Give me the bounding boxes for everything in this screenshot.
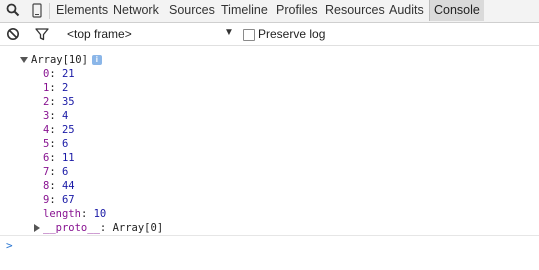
device-mode-icon[interactable] [32, 3, 42, 21]
array-entry-6: 6: 11 [43, 152, 75, 164]
console-output: Array[10] i 0: 21 1: 2 2: 35 3: 4 4: 25 5… [0, 47, 539, 234]
array-entry-0: 0: 21 [43, 68, 75, 80]
array-entry-9: 9: 67 [43, 194, 75, 206]
toolbar-divider [49, 3, 50, 19]
info-icon[interactable]: i [91, 55, 102, 65]
tab-network[interactable]: Network [113, 3, 159, 17]
array-entry-3: 3: 4 [43, 110, 69, 122]
tab-resources[interactable]: Resources [325, 3, 385, 17]
array-entry-1: 1: 2 [43, 82, 69, 94]
array-label: Array[10] [31, 54, 88, 66]
collapse-triangle-icon[interactable] [20, 57, 28, 63]
array-entry-7: 7: 6 [43, 166, 69, 178]
array-entry-2: 2: 35 [43, 96, 75, 108]
tab-console[interactable]: Console [429, 0, 484, 21]
tab-audits[interactable]: Audits [389, 3, 424, 17]
array-entry-5: 5: 6 [43, 138, 69, 150]
console-toolbar: <top frame> ▼ Preserve log [0, 23, 539, 46]
preserve-log-label[interactable]: Preserve log [258, 27, 325, 41]
tab-timeline[interactable]: Timeline [221, 3, 268, 17]
array-length-row: length: 10 [43, 208, 107, 220]
expand-triangle-icon[interactable] [34, 224, 40, 232]
context-selector[interactable]: <top frame> [67, 27, 132, 41]
preserve-log-checkbox[interactable] [243, 29, 255, 41]
array-entry-8: 8: 44 [43, 180, 75, 192]
tab-elements[interactable]: Elements [56, 3, 108, 17]
clear-console-icon[interactable] [6, 27, 20, 44]
tab-profiles[interactable]: Profiles [276, 3, 318, 17]
devtools-tab-bar: Elements Network Sources Timeline Profil… [0, 0, 539, 23]
search-icon[interactable] [6, 3, 20, 20]
dropdown-arrow-icon[interactable]: ▼ [224, 27, 234, 38]
console-prompt-row[interactable]: > [0, 235, 539, 256]
filter-icon[interactable] [35, 27, 49, 44]
array-label-row[interactable]: Array[10] i [31, 53, 102, 67]
proto-row[interactable]: __proto__: Array[0] [43, 221, 163, 235]
console-prompt: > [6, 239, 13, 252]
array-entry-4: 4: 25 [43, 124, 75, 136]
tab-sources[interactable]: Sources [169, 3, 215, 17]
